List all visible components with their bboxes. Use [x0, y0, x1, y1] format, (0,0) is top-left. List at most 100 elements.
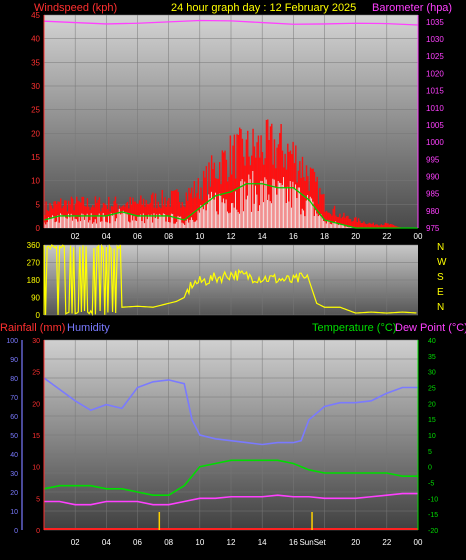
wind-bar	[316, 214, 317, 228]
wind-bar	[338, 225, 339, 228]
wind-bar	[152, 223, 153, 228]
wind-bar	[339, 224, 340, 228]
x-tick-label: 12	[227, 538, 236, 547]
x-tick-label: 00	[414, 232, 423, 241]
wind-bar	[227, 212, 228, 228]
wind-bar	[327, 221, 328, 228]
wind-bar	[275, 187, 276, 228]
wind-bar	[45, 224, 46, 228]
wind-bar	[250, 179, 251, 228]
rainfall-tick-label: 20	[32, 401, 40, 408]
x-tick-label: 14	[258, 538, 267, 547]
x-tick-label: 22	[382, 538, 391, 547]
wind-bar	[282, 185, 283, 228]
wind-bar	[79, 217, 80, 228]
wind-bar	[228, 213, 229, 228]
wind-bar	[93, 222, 94, 228]
windspeed-tick-label: 20	[31, 129, 40, 138]
wind-bar	[123, 211, 124, 228]
gust-bar	[370, 223, 371, 228]
wind-bar	[109, 223, 110, 228]
wind-bar	[56, 222, 57, 228]
windspeed-tick-label: 0	[36, 224, 41, 233]
wind-bar	[146, 216, 147, 228]
wind-bar	[244, 182, 245, 228]
wind-bar	[207, 204, 208, 228]
wind-bar	[294, 189, 295, 228]
wind-bar	[303, 210, 304, 228]
chart-title: 24 hour graph day : 12 February 2025	[171, 2, 356, 14]
gust-bar	[363, 221, 364, 228]
wind-bar	[96, 223, 97, 228]
x-tick-label: 10	[195, 232, 204, 241]
wind-bar	[346, 227, 347, 228]
wind-bar	[246, 199, 247, 228]
wind-bar	[150, 216, 151, 228]
wind-bar	[92, 224, 93, 228]
wind-bar	[49, 218, 50, 228]
rainfall-tick-label: 5	[36, 496, 40, 503]
wind-bar	[254, 204, 255, 228]
wind-bar	[132, 220, 133, 228]
wind-bar	[124, 212, 125, 228]
wind-bar	[210, 198, 211, 228]
wind-bar	[236, 210, 237, 228]
sunset-label: Sun	[299, 538, 313, 547]
wind-bar	[151, 215, 152, 228]
windspeed-tick-label: 25	[31, 106, 40, 115]
wind-bar	[59, 223, 60, 228]
wind-bar	[105, 222, 106, 228]
wind-bar	[262, 181, 263, 228]
degree-tick-label: 180	[27, 276, 41, 285]
x-tick-label: 22	[382, 232, 391, 241]
gust-bar	[354, 218, 355, 228]
temperature-tick-label: 30	[428, 370, 436, 377]
wind-bar	[191, 217, 192, 228]
weather-graph-page: Windspeed (kph) 24 hour graph day : 12 F…	[0, 0, 466, 555]
wind-bar	[291, 208, 292, 228]
weather-graph-svg: Windspeed (kph) 24 hour graph day : 12 F…	[0, 0, 466, 555]
gust-bar	[175, 190, 176, 228]
wind-bar	[187, 219, 188, 228]
windspeed-tick-label: 10	[31, 177, 40, 186]
wind-bar	[347, 227, 348, 228]
barometer-tick-label: 1020	[426, 69, 444, 78]
wind-bar	[184, 225, 185, 228]
wind-bar	[139, 217, 140, 228]
wind-bar	[121, 214, 122, 228]
temperature-tick-label: 40	[428, 338, 436, 345]
x-tick-label: 12	[227, 232, 236, 241]
wind-bar	[55, 222, 56, 228]
wind-bar	[345, 227, 346, 228]
wind-bar	[73, 216, 74, 228]
barometer-axis-title: Barometer (hpa)	[372, 2, 452, 14]
gust-bar	[369, 223, 370, 228]
wind-bar	[147, 219, 148, 228]
compass-label: W	[437, 257, 447, 268]
wind-bar	[186, 221, 187, 228]
barometer-tick-label: 1005	[426, 121, 444, 130]
x-tick-label: 08	[164, 232, 173, 241]
barometer-axis: 9759809859909951000100510101015102010251…	[418, 15, 444, 233]
wind-bar	[248, 175, 249, 228]
windspeed-tick-label: 40	[31, 35, 40, 44]
wind-bar	[120, 214, 121, 228]
gust-bar	[358, 218, 359, 228]
rainfall-tick-label: 15	[32, 433, 40, 440]
rainfall-tick-label: 30	[32, 338, 40, 345]
wind-bar	[85, 216, 86, 228]
wind-bar	[323, 221, 324, 228]
x-tick-label: 02	[71, 232, 80, 241]
barometer-tick-label: 1025	[426, 52, 444, 61]
wind-bar	[212, 198, 213, 228]
wind-bar	[190, 220, 191, 228]
sunset-label: Set	[314, 538, 327, 547]
wind-bar	[125, 212, 126, 228]
wind-bar	[238, 212, 239, 228]
wind-bar	[136, 221, 137, 228]
compass-label: N	[437, 242, 444, 253]
temperature-tick-label: 35	[428, 354, 436, 361]
wind-bar	[162, 215, 163, 228]
humidity-axis: 0102030405060708090100	[6, 338, 22, 535]
wind-bar	[280, 183, 281, 228]
